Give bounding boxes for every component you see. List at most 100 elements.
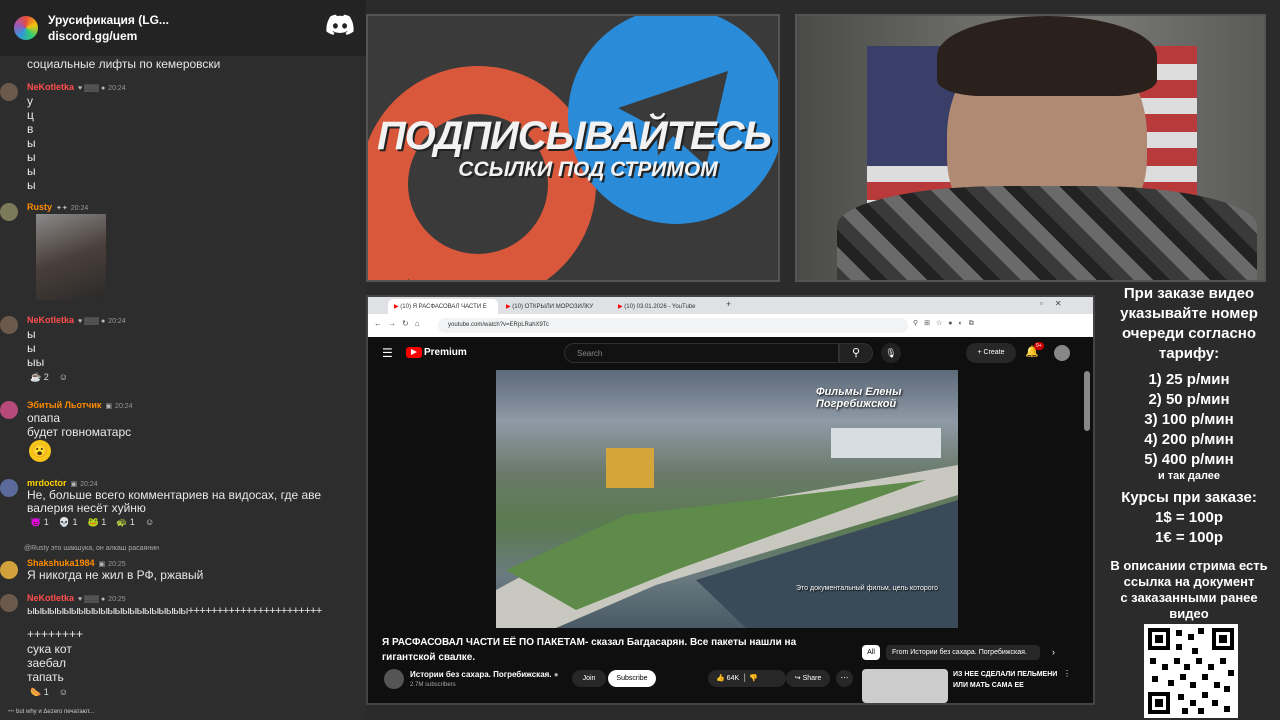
tab-3[interactable]: ▶ (10) 03.01.2026 - YouTube bbox=[612, 299, 722, 314]
server-invite: discord.gg/uem bbox=[48, 29, 138, 43]
streamer-shirt bbox=[837, 186, 1257, 280]
video-title: Я РАСФАСОВАЛ ЧАСТИ ЕЁ ПО ПАКЕТАМ- сказал… bbox=[382, 637, 797, 663]
share-button[interactable]: ↪ Share bbox=[786, 670, 830, 687]
reaction-pill[interactable]: 🐸 1 bbox=[87, 517, 106, 528]
chat-username: mrdoctor ▣ 20:24 bbox=[27, 478, 98, 488]
extension-icons[interactable]: ⚲⊞☆●◐⧉ bbox=[913, 319, 980, 328]
chip-all[interactable]: All bbox=[862, 645, 880, 660]
tab-2[interactable]: ▶ (10) ОТКРЫЛИ МОРОЗИЛКУ bbox=[500, 299, 610, 314]
page-scrollbar[interactable] bbox=[1084, 371, 1090, 431]
rec-title[interactable]: ИЗ НЕЕ СДЕЛАЛИ ПЕЛЬМЕНИ ИЛИ МАТЬ САМА ЕЕ bbox=[953, 669, 1063, 691]
add-reaction-icon[interactable]: ☺ bbox=[145, 517, 154, 528]
chat-username: Shakshuka1984 ▣ 20:25 bbox=[27, 558, 126, 568]
tariff-item: 3) 100 р/мин bbox=[1144, 411, 1234, 428]
info-footer-line: В описании стрима есть bbox=[1110, 558, 1268, 573]
channel-name[interactable]: Истории без сахара. Погребижская. ● bbox=[410, 670, 559, 679]
chat-line: ыыыыыыыыыыыыыыыыыыыыыы++++++++++++++++++… bbox=[27, 605, 322, 617]
rec-more-icon[interactable]: ⋮ bbox=[1063, 669, 1071, 678]
chat-line: опапа bbox=[27, 411, 61, 425]
tab-active[interactable]: ▶ (10) Я РАСФАСОВАЛ ЧАСТИ Е bbox=[388, 299, 498, 314]
new-tab-button[interactable]: + bbox=[726, 299, 731, 309]
reaction-pill[interactable]: 🐢 1 bbox=[116, 517, 135, 528]
address-bar: ←→↻⌂ youtube.com/watch?v=ERpLRahX9Tc ⚲⊞☆… bbox=[368, 314, 1093, 337]
video-subtitle: Это документальный фильм, цель которого bbox=[796, 585, 938, 592]
window-controls[interactable]: ▫✕ bbox=[1040, 299, 1074, 308]
video-player[interactable]: Фильмы Елены Погребижской Это документал… bbox=[496, 370, 958, 628]
promo-panel: ПОДПИСЫВАЙТЕСЬ ССЫЛКИ ПОД СТРИМОМ bbox=[366, 14, 780, 282]
chat-line: будет говноматарс bbox=[27, 425, 132, 439]
menu-icon[interactable]: ☰ bbox=[382, 346, 393, 360]
create-button[interactable]: + Create bbox=[966, 343, 1016, 363]
streamer-hair bbox=[937, 16, 1157, 96]
like-dislike-button[interactable]: 👍 64K │ 👎 bbox=[708, 670, 786, 687]
reaction-pill[interactable]: 💀 1 bbox=[59, 517, 78, 528]
info-header-line: тарифу: bbox=[1158, 345, 1220, 362]
reactions[interactable]: ☕ 2 ☺ bbox=[30, 372, 68, 383]
chat-line: Я никогда не жил в РФ, ржавый bbox=[27, 568, 204, 582]
server-icon bbox=[14, 16, 38, 40]
chat-line: валерия несёт хуйню bbox=[27, 501, 146, 515]
avatar bbox=[0, 479, 18, 497]
tariff-item: 5) 400 р/мин bbox=[1144, 451, 1234, 468]
chat-username: NeKotletka ♥ ▒▒▒ ● 20:25 bbox=[27, 593, 126, 603]
nav-buttons-icon[interactable]: ←→↻⌂ bbox=[374, 319, 426, 328]
avatar bbox=[0, 594, 18, 612]
join-button[interactable]: Join bbox=[572, 670, 606, 687]
avatar bbox=[0, 83, 18, 101]
chevron-right-icon[interactable]: › bbox=[1052, 647, 1055, 657]
like-icon: 👍 bbox=[716, 675, 725, 682]
info-footer-line: с заказанными ранее bbox=[1120, 590, 1258, 605]
yt-header: ☰ Premium Search ⚲ 🎙 + Create 🔔 9+ bbox=[368, 337, 1093, 371]
chat-line: в bbox=[27, 122, 34, 136]
reactions[interactable]: 😈 1 💀 1 🐸 1 🐢 1 ☺ bbox=[30, 517, 154, 528]
video-watermark: Фильмы Елены Погребижской bbox=[816, 386, 902, 410]
notification-count: 9+ bbox=[1034, 342, 1044, 350]
reaction-pill[interactable]: 🌭 1 bbox=[30, 687, 49, 698]
tariff-item: 1) 25 р/мин bbox=[1148, 371, 1230, 388]
chat-username: Rusty ✦✦ 20:24 bbox=[27, 202, 89, 212]
chat-line: Не, больше всего комментариев на видосах… bbox=[27, 488, 322, 502]
chat-line: ы bbox=[27, 327, 36, 341]
tariff-etc: и так далее bbox=[1157, 470, 1221, 482]
search-icon[interactable]: ⚲ bbox=[839, 343, 873, 363]
browser-window: ▶ (10) Я РАСФАСОВАЛ ЧАСТИ Е ▶ (10) ОТКРЫ… bbox=[366, 295, 1095, 705]
add-reaction-icon[interactable]: ☺ bbox=[59, 372, 68, 383]
promo-subtitle: ССЫЛКИ ПОД СТРИМОМ bbox=[458, 158, 718, 181]
tariff-item: 2) 50 р/мин bbox=[1148, 391, 1230, 408]
discord-icon bbox=[326, 14, 354, 35]
chat-username: Эбитый Льотчик ▣ 20:24 bbox=[27, 400, 133, 410]
chat-image-attachment[interactable] bbox=[36, 214, 106, 300]
server-name: Урусификация (LG... bbox=[48, 13, 169, 27]
add-reaction-icon[interactable]: ☺ bbox=[59, 687, 68, 698]
rate-item: 1€ = 100р bbox=[1155, 529, 1223, 546]
subscribe-button[interactable]: Subscribe bbox=[608, 670, 656, 687]
channel-avatar[interactable] bbox=[384, 669, 404, 689]
tariff-item: 4) 200 р/мин bbox=[1144, 431, 1234, 448]
rec-thumbnail[interactable] bbox=[862, 669, 948, 703]
info-header-line: очереди согласно bbox=[1121, 325, 1257, 342]
avatar bbox=[0, 316, 18, 334]
qr-code-icon bbox=[1144, 624, 1238, 718]
chat-line: сука кот bbox=[27, 642, 72, 656]
reply-preview[interactable]: @Rusty это шакшука, он алкаш расаянин bbox=[24, 545, 159, 552]
chat-line: ы bbox=[27, 341, 36, 355]
yt-logo-text: Premium bbox=[424, 347, 467, 358]
reaction-pill[interactable]: ☕ 2 bbox=[30, 372, 49, 383]
chat-partial-line: социальные лифты по кемеровски bbox=[27, 57, 221, 71]
chat-line: ++++++++ bbox=[27, 627, 84, 641]
url-field[interactable]: youtube.com/watch?v=ERpLRahX9Tc bbox=[438, 318, 908, 333]
info-header-line: указывайте номер bbox=[1120, 305, 1258, 322]
search-input[interactable]: Search bbox=[564, 343, 839, 363]
avatar bbox=[0, 561, 18, 579]
reactions[interactable]: 🌭 1 ☺ bbox=[30, 687, 68, 698]
emoji-icon: 😮 bbox=[29, 440, 51, 462]
rates-title: Курсы при заказе: bbox=[1121, 489, 1257, 506]
more-actions-icon[interactable]: ⋯ bbox=[836, 670, 853, 687]
reaction-pill[interactable]: 😈 1 bbox=[30, 517, 49, 528]
mic-icon[interactable]: 🎙 bbox=[881, 343, 901, 363]
account-avatar[interactable] bbox=[1054, 345, 1070, 361]
dislike-icon: 👎 bbox=[749, 675, 759, 682]
chip-from-channel[interactable]: From Истории без сахара. Погребижская. bbox=[886, 645, 1040, 660]
subscriber-count: 2.7M subscribers bbox=[410, 682, 456, 688]
promo-title: ПОДПИСЫВАЙТЕСЬ bbox=[376, 114, 772, 158]
